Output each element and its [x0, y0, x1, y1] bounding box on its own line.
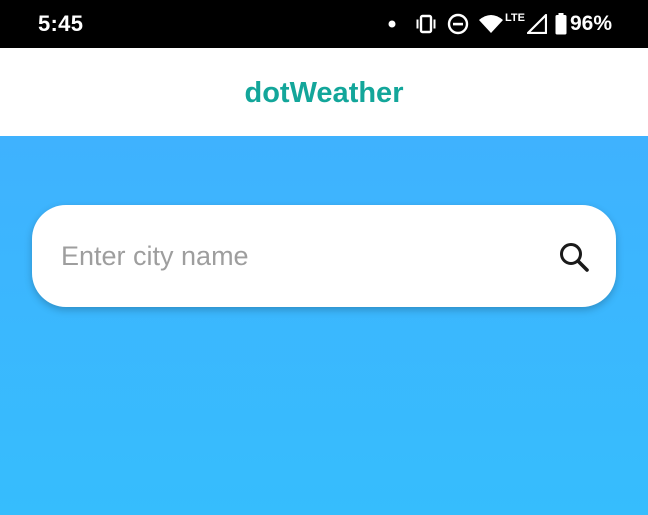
status-bar: 5:45 LTE 96% — [0, 0, 648, 48]
notification-dot-icon — [388, 20, 396, 28]
do-not-disturb-icon — [447, 13, 469, 35]
wifi-icon — [478, 14, 504, 34]
search-box[interactable] — [32, 205, 616, 307]
vibrate-icon — [414, 14, 438, 34]
main-content — [0, 136, 648, 515]
network-type-label: LTE — [505, 12, 525, 24]
app-title: dotWeather — [244, 76, 404, 109]
battery-icon — [555, 13, 567, 35]
cellular-signal-icon — [526, 14, 547, 34]
status-icons: LTE 96% — [379, 10, 612, 38]
status-time: 5:45 — [38, 11, 84, 36]
battery-percent: 96% — [569, 12, 612, 35]
app-bar: dotWeather — [0, 48, 648, 136]
search-icon[interactable] — [558, 241, 590, 273]
city-search-input[interactable] — [61, 233, 531, 279]
